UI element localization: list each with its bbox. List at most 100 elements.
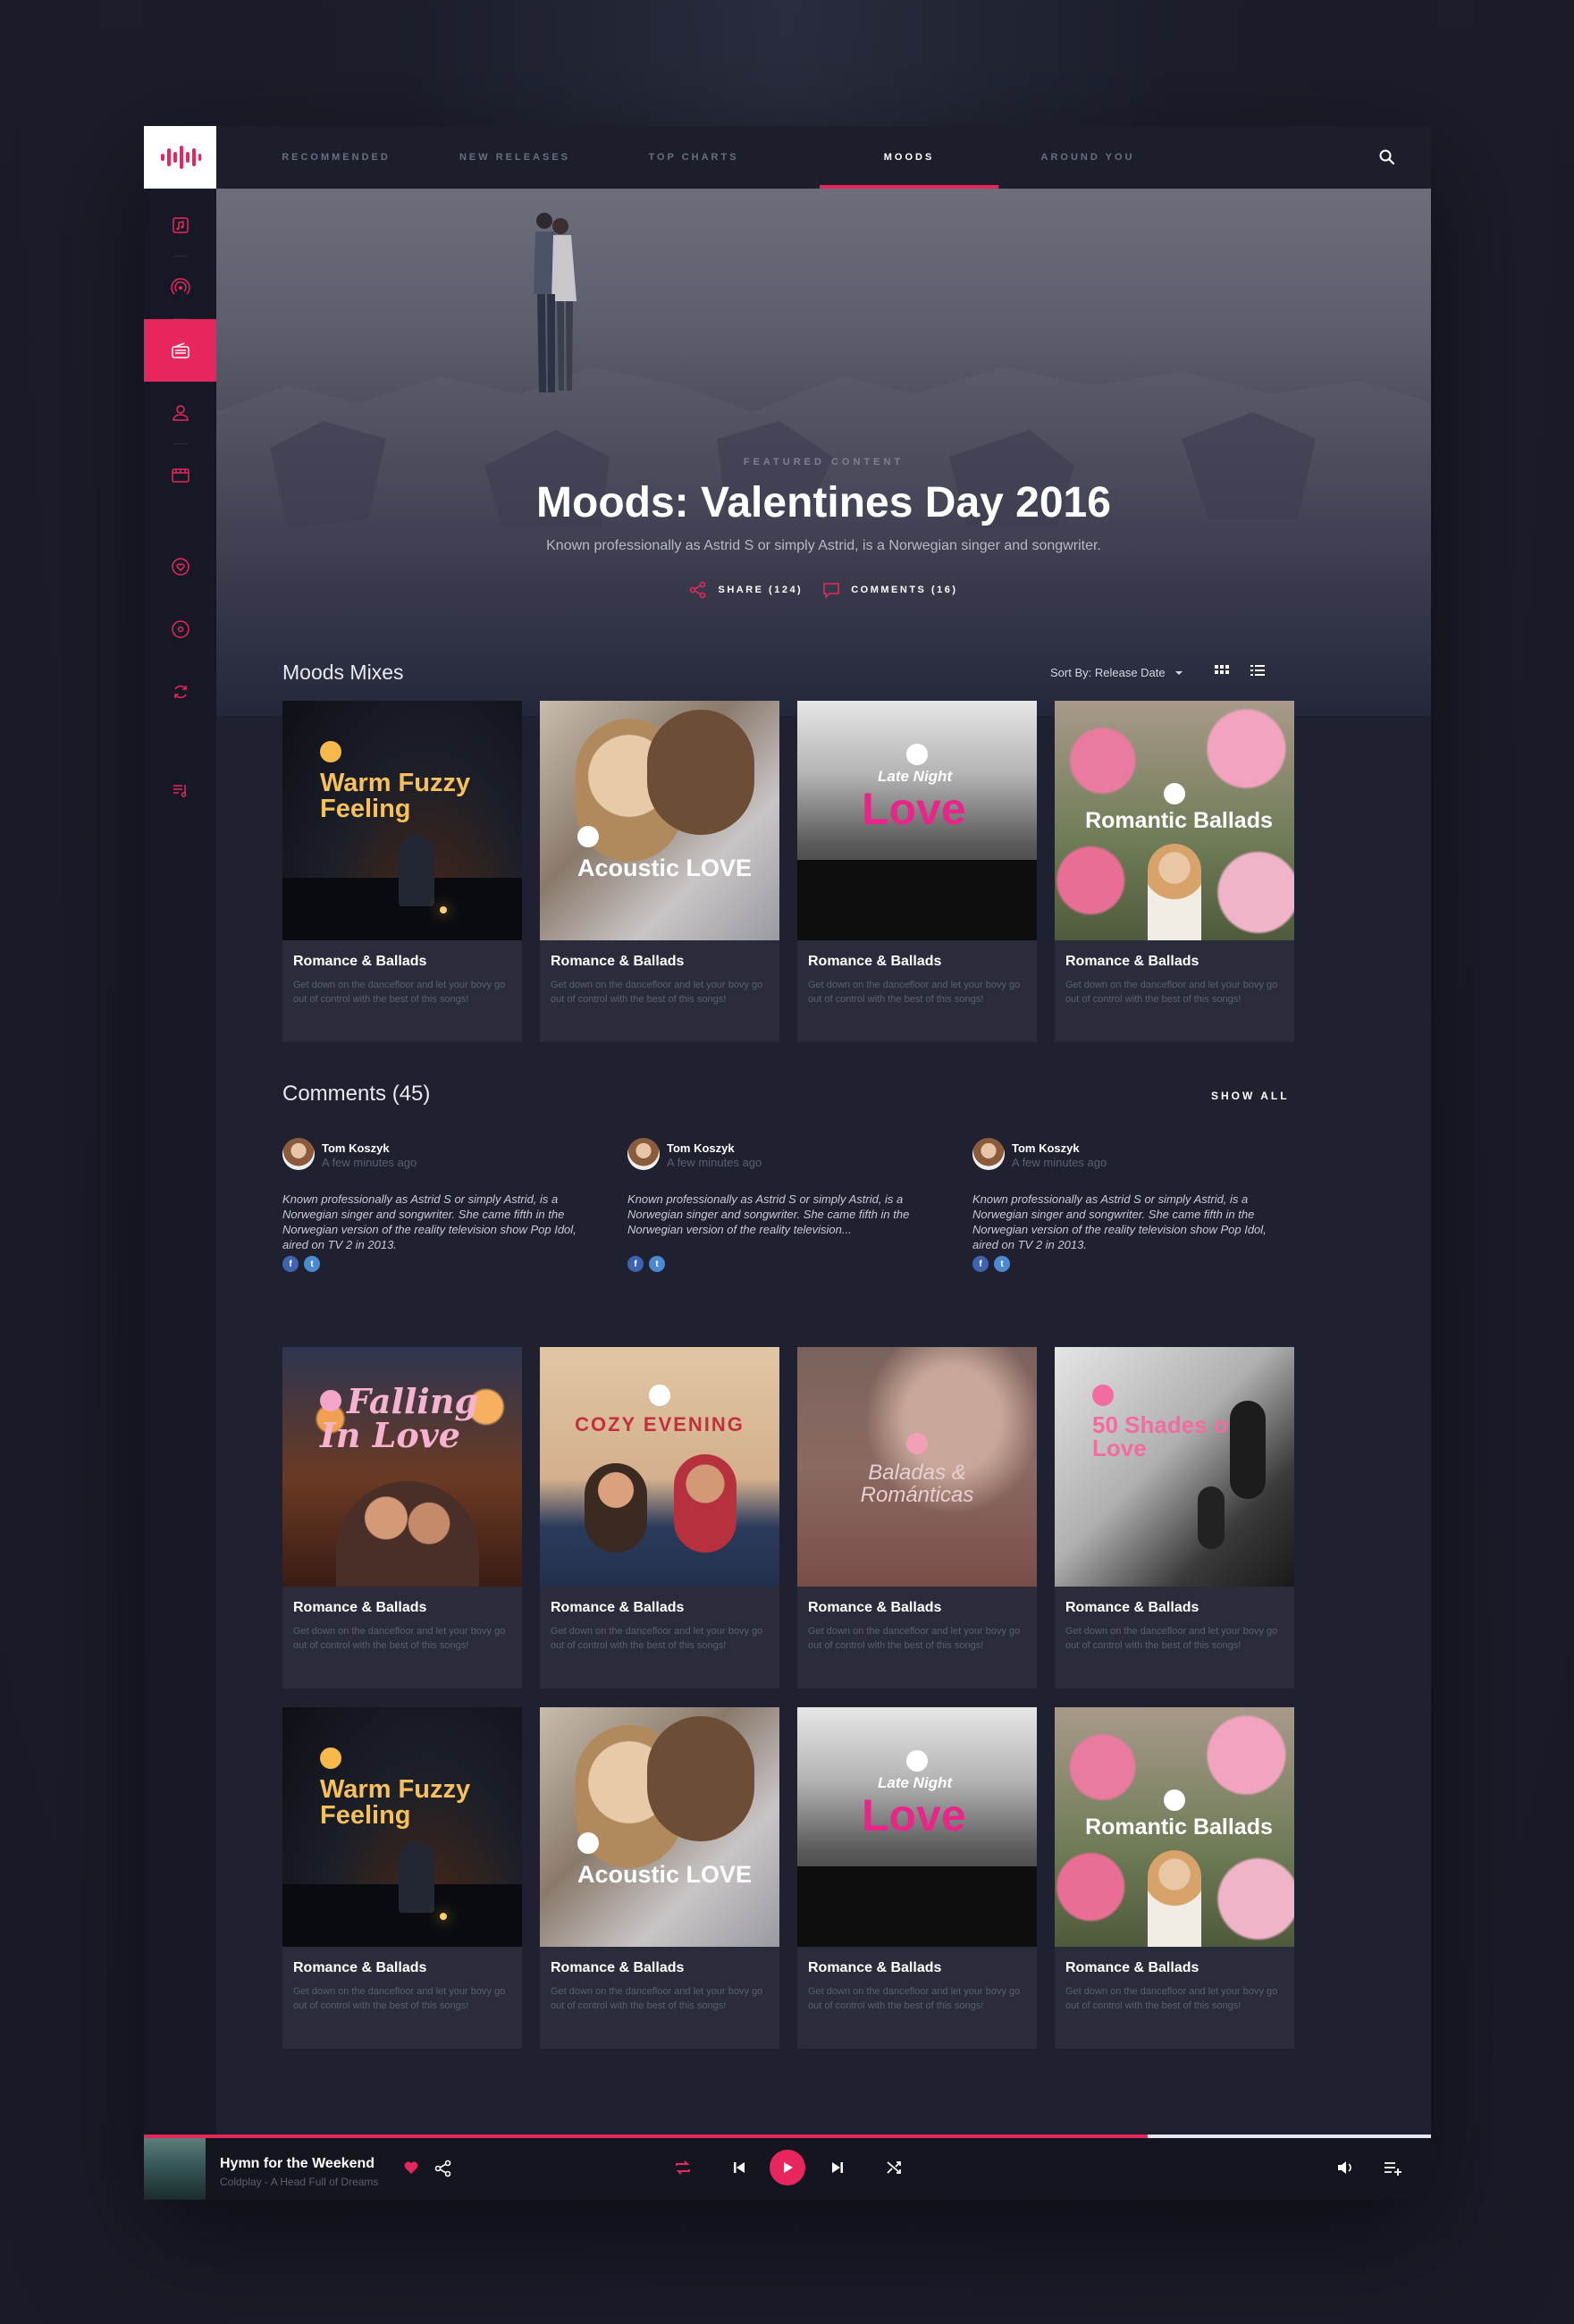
waveform-logo-icon — [160, 146, 201, 169]
facebook-icon[interactable]: f — [282, 1256, 299, 1272]
card-title: Romance & Ballads — [808, 954, 942, 969]
shuffle-button[interactable] — [885, 2159, 903, 2177]
grid-view-icon[interactable] — [1214, 662, 1230, 678]
mix-cover-image: COZY EVENING — [540, 1347, 779, 1587]
sidebar-item-queue[interactable] — [144, 759, 216, 821]
couple-silhouette — [534, 213, 577, 392]
hero-title: Moods: Valentines Day 2016 — [536, 479, 1111, 526]
spotify-icon — [320, 1747, 341, 1769]
card-title: Romance & Ballads — [808, 1960, 942, 1975]
card-description: Get down on the dancefloor and let your … — [808, 1626, 1021, 1651]
app-logo[interactable] — [144, 126, 216, 189]
mix-card[interactable]: 50 Shades of Love Romance & Ballads Get … — [1055, 1347, 1294, 1688]
comments-button[interactable]: COMMENTS (16) — [822, 581, 957, 599]
share-track-button[interactable] — [434, 2160, 452, 2177]
mix-cover-image: Romantic Ballads — [1055, 1707, 1294, 1947]
sidebar-item-albums[interactable] — [144, 598, 216, 661]
mix-card[interactable]: Late Night Love Romance & Ballads Get do… — [797, 1707, 1037, 2049]
mix-card[interactable]: Romantic Ballads Romance & Ballads Get d… — [1055, 1707, 1294, 2049]
comment-author[interactable]: Tom Koszyk — [1012, 1141, 1080, 1155]
list-view-icon[interactable] — [1250, 662, 1266, 678]
sidebar-menu — [144, 194, 216, 821]
tab-recommended[interactable]: RECOMMENDED — [247, 126, 425, 189]
mix-card[interactable]: COZY EVENING Romance & Ballads Get down … — [540, 1347, 779, 1688]
comment-social: f t — [627, 1256, 665, 1272]
avatar[interactable] — [282, 1138, 315, 1170]
card-title: Romance & Ballads — [1065, 1960, 1199, 1975]
mix-cover-image: Late Night Love — [797, 701, 1037, 940]
repeat-button[interactable] — [673, 2158, 693, 2177]
comment-author[interactable]: Tom Koszyk — [322, 1141, 390, 1155]
spotify-icon — [1164, 783, 1185, 804]
comment-time: A few minutes ago — [322, 1156, 417, 1169]
twitter-icon[interactable]: t — [304, 1256, 320, 1272]
play-button[interactable] — [770, 2150, 805, 2185]
track-artist[interactable]: Coldplay - A Head Full of Dreams — [220, 2176, 378, 2188]
tab-top-charts[interactable]: TOP CHARTS — [604, 126, 783, 189]
card-title: Romance & Ballads — [1065, 1600, 1199, 1615]
sidebar-item-music[interactable] — [144, 194, 216, 257]
sort-dropdown[interactable]: Sort By: Release Date — [1050, 666, 1185, 679]
card-title: Romance & Ballads — [551, 1600, 685, 1615]
mix-card[interactable]: Acoustic LOVE Romance & Ballads Get down… — [540, 701, 779, 1042]
track-title[interactable]: Hymn for the Weekend — [220, 2156, 375, 2172]
comments-title: Comments (45) — [282, 1082, 431, 1106]
spotify-icon — [1164, 1789, 1185, 1811]
card-title: Romance & Ballads — [293, 1960, 427, 1975]
mix-card[interactable]: Romantic Ballads Romance & Ballads Get d… — [1055, 701, 1294, 1042]
mix-cover-image: Late Night Love — [797, 1707, 1037, 1947]
sidebar-item-radio[interactable] — [144, 319, 216, 382]
spotify-icon — [906, 1433, 928, 1454]
now-playing-cover[interactable] — [144, 2138, 206, 2200]
featured-eyebrow: FEATURED CONTENT — [743, 457, 905, 467]
card-description: Get down on the dancefloor and let your … — [551, 980, 763, 1005]
playback-progress[interactable] — [144, 2135, 1431, 2138]
next-button[interactable] — [829, 2160, 846, 2176]
show-all-link[interactable]: SHOW ALL — [1211, 1090, 1290, 1102]
mix-cover-image: Warm Fuzzy Feeling — [282, 1707, 522, 1947]
featured-hero: FEATURED CONTENT Moods: Valentines Day 2… — [216, 189, 1431, 716]
mix-card[interactable]: Late Night Love Romance & Ballads Get do… — [797, 701, 1037, 1042]
volume-button[interactable] — [1336, 2159, 1354, 2177]
facebook-icon[interactable]: f — [627, 1256, 644, 1272]
cover-text: Warm Fuzzy Feeling — [320, 1775, 471, 1830]
skip-previous-icon — [734, 2162, 745, 2173]
avatar[interactable] — [972, 1138, 1005, 1170]
search-button[interactable] — [1379, 149, 1395, 170]
tab-new-releases[interactable]: NEW RELEASES — [425, 126, 604, 189]
mix-cover-image: Warm Fuzzy Feeling — [282, 701, 522, 940]
queue-button[interactable] — [1383, 2159, 1402, 2177]
mix-card[interactable]: Acoustic LOVE Romance & Ballads Get down… — [540, 1707, 779, 2049]
previous-button[interactable] — [731, 2160, 747, 2176]
card-title: Romance & Ballads — [551, 1960, 685, 1975]
card-description: Get down on the dancefloor and let your … — [1065, 1986, 1278, 2011]
skip-next-icon — [832, 2162, 843, 2173]
twitter-icon[interactable]: t — [994, 1256, 1010, 1272]
mix-card[interactable]: Baladas & Románticas Romance & Ballads G… — [797, 1347, 1037, 1688]
comment-author[interactable]: Tom Koszyk — [667, 1141, 735, 1155]
avatar[interactable] — [627, 1138, 660, 1170]
tab-moods[interactable]: MOODS — [820, 126, 998, 189]
spotify-icon — [649, 1385, 670, 1406]
mix-card[interactable]: Falling In Love Romance & Ballads Get do… — [282, 1347, 522, 1688]
sidebar-item-videos[interactable] — [144, 444, 216, 507]
spotify-icon — [1092, 1385, 1114, 1406]
sidebar-item-broadcast[interactable] — [144, 257, 216, 319]
sidebar-item-artists[interactable] — [144, 382, 216, 444]
twitter-icon[interactable]: t — [649, 1256, 665, 1272]
app-window: RECOMMENDED NEW RELEASES TOP CHARTS MOOD… — [144, 126, 1431, 2200]
radio-icon — [171, 342, 189, 358]
mix-card[interactable]: Warm Fuzzy Feeling Romance & Ballads Get… — [282, 1707, 522, 2049]
sidebar-item-favorites[interactable] — [144, 535, 216, 598]
mix-card[interactable]: Warm Fuzzy Feeling Romance & Ballads Get… — [282, 701, 522, 1042]
cover-text: Acoustic LOVE — [577, 855, 753, 881]
sidebar-item-history[interactable] — [144, 661, 216, 723]
heart-icon — [171, 558, 189, 576]
like-button[interactable] — [403, 2160, 419, 2176]
card-description: Get down on the dancefloor and let your … — [808, 980, 1021, 1005]
tab-around-you[interactable]: AROUND YOU — [998, 126, 1177, 189]
share-button[interactable]: SHARE (124) — [689, 581, 803, 599]
facebook-icon[interactable]: f — [972, 1256, 989, 1272]
progress-fill — [144, 2135, 1149, 2138]
play-icon — [784, 2162, 793, 2173]
